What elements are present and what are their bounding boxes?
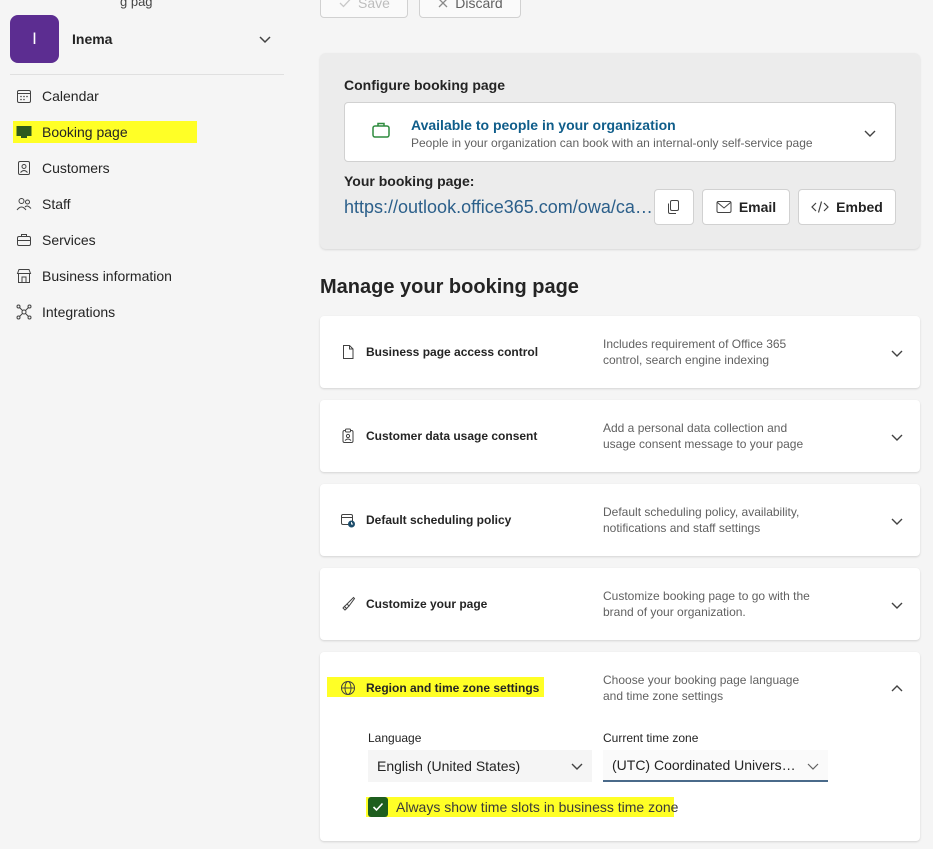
sidebar-item-label: Booking page [42,124,128,140]
chevron-down-icon[interactable] [890,346,904,360]
chevron-down-icon[interactable] [890,430,904,444]
sidebar-divider [10,74,284,75]
check-icon [339,0,351,8]
calendar-clock-icon [341,514,355,528]
sidebar-item-calendar[interactable]: Calendar [0,78,290,114]
calendar-icon [15,87,33,105]
code-icon [811,201,830,213]
copy-button[interactable] [654,189,694,225]
sidebar-item-services[interactable]: Services [0,222,290,258]
mail-icon [716,201,732,213]
section-scheduling-policy[interactable]: Default scheduling policy Default schedu… [320,484,920,556]
section-title: Region and time zone settings [366,681,540,695]
chevron-down-icon [571,763,583,770]
org-switcher[interactable]: I Inema [10,15,285,63]
language-label: Language [368,731,422,745]
save-button[interactable]: Save [320,0,408,18]
section-customize-page[interactable]: Customize your page Customize booking pa… [320,568,920,640]
paint-brush-icon [342,596,356,611]
section-title: Customize your page [366,597,488,611]
staff-icon [15,195,33,213]
sidebar-item-staff[interactable]: Staff [0,186,290,222]
availability-subtitle: People in your organization can book wit… [411,136,813,150]
sidebar-nav: Calendar Booking page Customers Staff Se… [0,78,290,330]
org-name: Inema [72,31,113,47]
timezone-label: Current time zone [603,731,699,745]
availability-title: Available to people in your organization [411,117,676,133]
embed-label: Embed [836,199,883,215]
sidebar-item-integrations[interactable]: Integrations [0,294,290,330]
truncated-title: g pag [120,0,153,9]
section-title: Default scheduling policy [366,513,512,527]
chevron-down-icon[interactable] [890,514,904,528]
booking-page-url[interactable]: https://outlook.office365.com/owa/calend… [344,197,654,218]
configure-title: Configure booking page [344,77,505,93]
configure-card: Configure booking page Available to peop… [320,53,920,249]
section-description: Default scheduling policy, availability,… [603,505,800,535]
business-timezone-label[interactable]: Always show time slots in business time … [396,799,678,815]
timezone-dropdown[interactable]: (UTC) Coordinated Universal Time [603,750,828,782]
section-region-timezone[interactable]: Region and time zone settings Choose you… [320,652,920,841]
section-description: Includes requirement of Office 365 contr… [603,337,787,367]
integrations-icon [15,303,33,321]
chevron-down-icon [864,130,876,137]
sidebar-item-label: Business information [42,268,172,284]
chevron-down-icon [807,763,819,770]
document-icon [343,345,354,359]
chevron-down-icon[interactable] [257,31,273,47]
section-description: Customize booking page to go with the br… [603,589,810,619]
sidebar-item-label: Integrations [42,304,116,320]
business-timezone-checkbox[interactable] [368,797,388,817]
language-dropdown[interactable]: English (United States) [368,750,592,782]
booking-page-label: Your booking page: [344,173,475,189]
sidebar-item-customers[interactable]: Customers [0,150,290,186]
avatar: I [10,15,59,63]
check-icon [372,802,384,812]
manage-title: Manage your booking page [320,276,579,298]
timezone-value: (UTC) Coordinated Universal Time [612,757,798,773]
chevron-down-icon[interactable] [890,598,904,612]
sidebar-item-business-information[interactable]: Business information [0,258,290,294]
email-label: Email [738,199,777,215]
email-button[interactable]: Email [702,189,790,225]
discard-label: Discard [455,0,503,11]
sidebar: g pag I Inema Calendar Booking page Cust… [0,0,290,849]
embed-button[interactable]: Embed [798,189,896,225]
chevron-up-icon[interactable] [890,682,904,696]
section-description: Add a personal data collection and usage… [603,421,804,451]
customers-icon [15,159,33,177]
copy-icon [668,200,679,214]
sidebar-item-label: Services [42,232,96,248]
availability-dropdown[interactable]: Available to people in your organization… [344,102,896,162]
section-description: Choose your booking page language and ti… [603,673,800,703]
booking-page-icon [15,123,33,141]
clipboard-icon [342,428,354,443]
globe-icon [341,681,355,695]
section-title: Business page access control [366,345,539,359]
close-icon [438,0,448,8]
sidebar-item-label: Staff [42,196,71,212]
briefcase-icon [372,122,390,138]
sidebar-item-label: Customers [42,160,110,176]
sidebar-item-label: Calendar [42,88,99,104]
section-title: Customer data usage consent [366,429,538,443]
save-label: Save [358,0,390,11]
sidebar-item-booking-page[interactable]: Booking page [0,114,290,150]
language-value: English (United States) [377,758,521,774]
discard-button[interactable]: Discard [419,0,521,18]
section-data-consent[interactable]: Customer data usage consent Add a person… [320,400,920,472]
building-icon [15,267,33,285]
services-icon [15,231,33,249]
section-access-control[interactable]: Business page access control Includes re… [320,316,920,388]
